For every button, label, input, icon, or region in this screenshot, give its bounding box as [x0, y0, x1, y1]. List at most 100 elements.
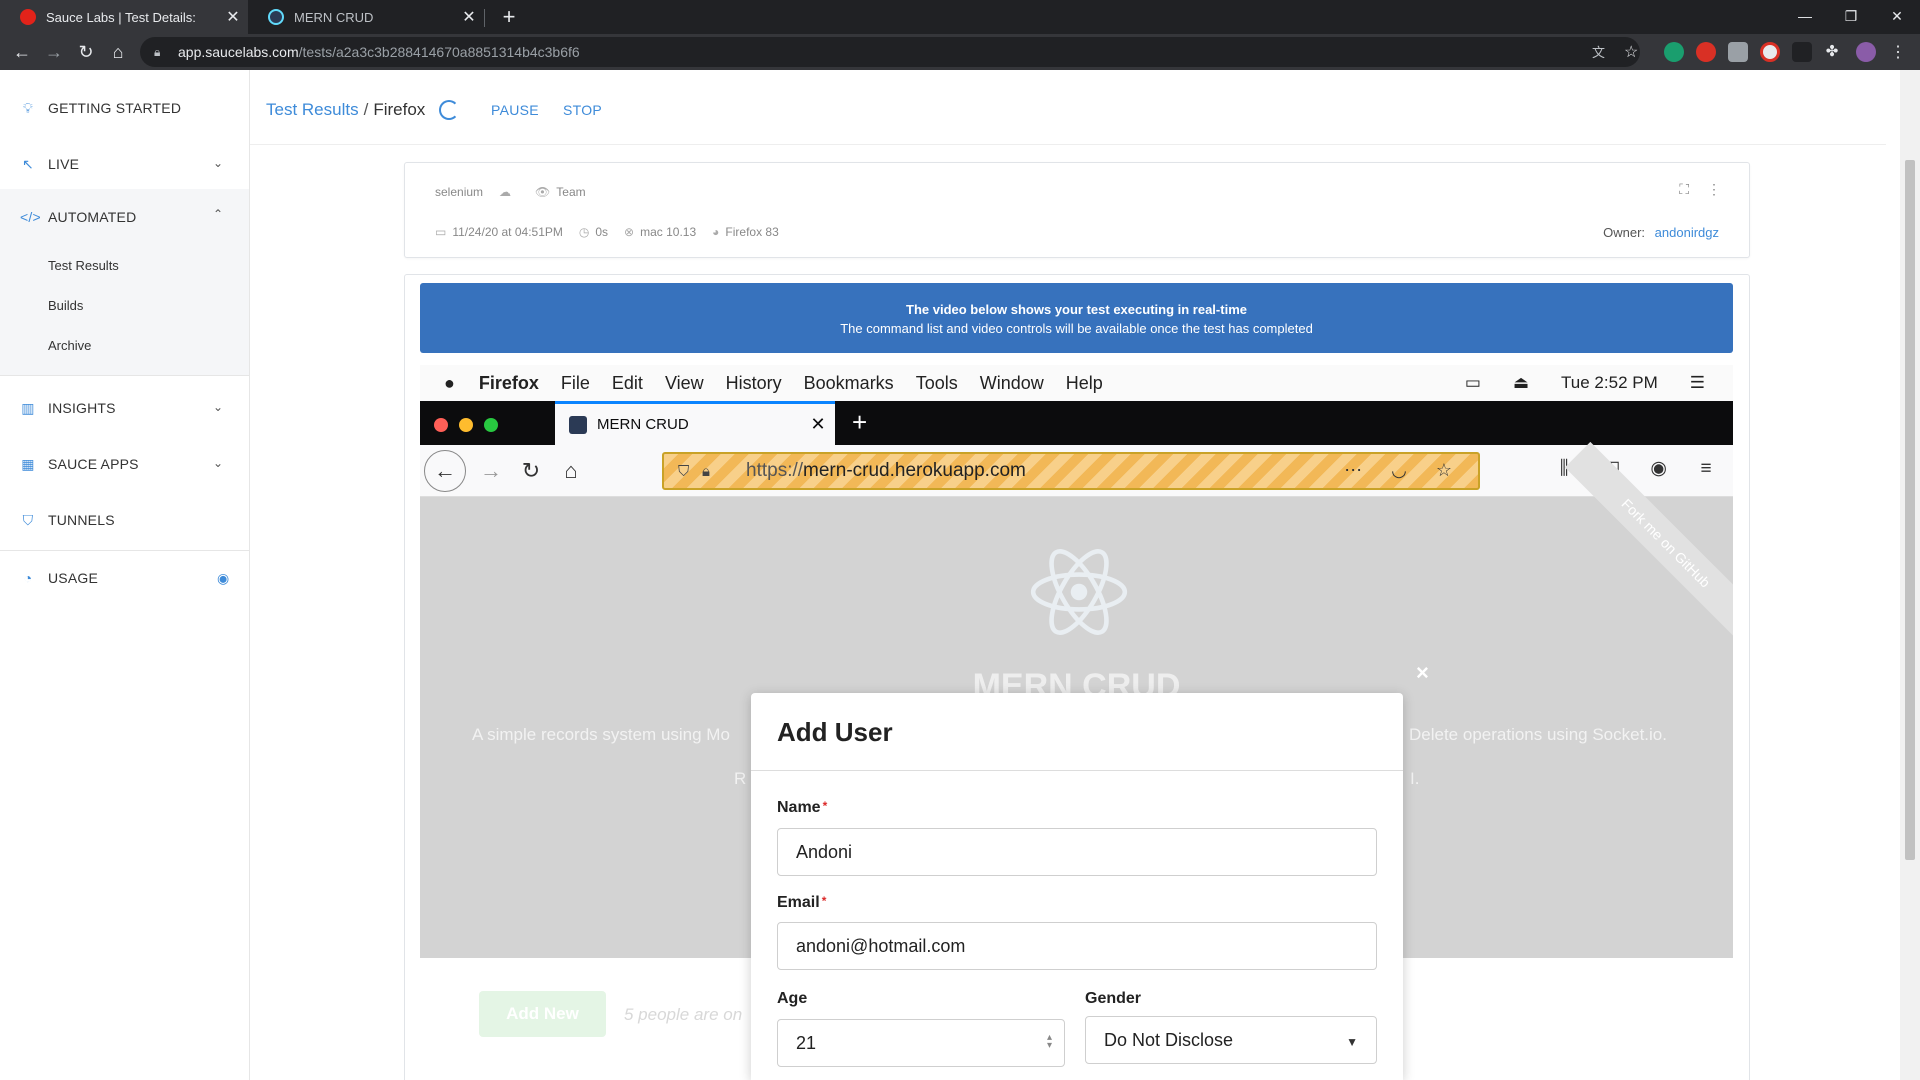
breadcrumb-test-results[interactable]: Test Results — [266, 100, 359, 120]
online-count-text: 5 people are on — [624, 1005, 743, 1024]
extension-dark-icon[interactable] — [1792, 42, 1812, 62]
sidebar-sub-builds[interactable]: Builds — [0, 285, 249, 325]
modal-title: Add User — [777, 717, 893, 747]
browser-tab-mern[interactable]: MERN CRUD ✕ — [248, 0, 484, 34]
profile-avatar[interactable] — [1856, 42, 1876, 62]
reload-icon[interactable]: ↻ — [74, 40, 98, 64]
sidebar-item-usage[interactable]: ◔ USAGE ◉ — [0, 550, 249, 606]
lock-robot-icon: 🔒︎ — [702, 462, 710, 480]
age-value: 21 — [796, 1032, 817, 1053]
new-tab-button[interactable]: + — [496, 4, 522, 30]
url-actions-icon: ⋯ ◡ ☆ — [1344, 460, 1464, 480]
sidebar-item-sauce-apps[interactable]: ▦ SAUCE APPS ⌄ — [0, 436, 249, 492]
gender-select: Do Not Disclose ▼ — [1085, 1016, 1377, 1064]
age-field: 21 ▴ ▾ — [777, 1019, 1065, 1067]
add-new-button: Add New — [479, 991, 606, 1037]
email-label-text: Email — [777, 894, 820, 911]
modal-close-icon: × — [1416, 660, 1429, 685]
banner-line-1: The video below shows your test executin… — [906, 302, 1247, 317]
mac-clock: Tue 2:52 PM — [1561, 373, 1658, 392]
extension-red-icon[interactable] — [1696, 42, 1716, 62]
mac-menu-item: Firefox — [478, 372, 539, 393]
plus-icon: + — [852, 407, 868, 437]
pause-button[interactable]: PAUSE — [491, 102, 539, 118]
mac-menu-item: File — [560, 372, 590, 393]
caret-down-icon: ▼ — [1346, 1035, 1358, 1049]
clock-icon: ◷ — [578, 225, 590, 239]
sidebar-item-live[interactable]: ↖ LIVE ⌄ — [0, 136, 249, 192]
close-tab-icon[interactable]: ✕ — [454, 7, 484, 27]
test-os: mac 10.13 — [640, 225, 697, 239]
cursor-icon: ↖ — [22, 156, 34, 172]
sidebar-item-getting-started[interactable]: 💡︎ GETTING STARTED — [0, 80, 249, 136]
url-path: /tests/a2a3c3b288414670a8851314b4c3b6f6 — [298, 44, 580, 60]
calendar-icon: ▭ — [435, 225, 447, 239]
mac-menu-item: View — [664, 372, 704, 393]
page-description-left: A simple records system using Mo — [472, 725, 730, 744]
account-icon: ◉ — [1650, 458, 1668, 479]
sidebar-sub-archive[interactable]: Archive — [0, 325, 249, 375]
address-bar[interactable]: 🔒︎ app.saucelabs.com /tests/a2a3c3b28841… — [140, 37, 1640, 67]
lightbulb-icon: 💡︎ — [23, 100, 33, 116]
back-arrow-icon: ← — [424, 450, 466, 492]
url-host: app.saucelabs.com — [178, 44, 299, 60]
more-vertical-icon[interactable]: ⋮ — [1707, 181, 1721, 197]
owner-info: Owner: andonirdgz — [1603, 225, 1719, 240]
stop-button[interactable]: STOP — [563, 102, 602, 118]
fullscreen-icon[interactable]: ⛶ — [1679, 181, 1689, 197]
email-label: Email * — [777, 894, 826, 912]
bar-chart-icon: ▥ — [21, 400, 35, 416]
gender-value: Do Not Disclose — [1104, 1029, 1234, 1050]
extension-record-icon[interactable] — [1760, 42, 1780, 62]
age-label: Age — [777, 990, 808, 1007]
apple-icon: ● — [444, 372, 455, 393]
sidebar-item-tunnels[interactable]: ⛉ TUNNELS — [0, 492, 249, 548]
shield-icon: ⛉ — [678, 462, 690, 480]
forward-arrow-icon[interactable]: → — [42, 40, 66, 64]
breadcrumb-separator: / — [363, 100, 369, 119]
extension-gray-icon[interactable] — [1728, 42, 1748, 62]
back-arrow-icon[interactable]: ← — [10, 40, 34, 64]
browser-tab-title: Sauce Labs | Test Details: — [46, 9, 196, 25]
browser-tab-strip: Sauce Labs | Test Details: ✕ MERN CRUD ✕… — [0, 0, 1920, 34]
required-mark: * — [822, 799, 828, 813]
sidebar-item-insights[interactable]: ▥ INSIGHTS ⌄ — [0, 380, 249, 436]
sidebar-item-label: INSIGHTS — [48, 400, 116, 416]
grid-icon: ▦ — [21, 456, 35, 472]
owner-label: Owner: — [1603, 225, 1646, 240]
mac-menu-item: Tools — [915, 372, 958, 393]
browser-tab-title: MERN CRUD — [294, 9, 374, 25]
owner-link[interactable]: andonirdgz — [1655, 225, 1719, 240]
scrollbar-thumb[interactable] — [1905, 160, 1915, 860]
name-label: Name * — [777, 799, 827, 817]
close-window-button[interactable]: ✕ — [1874, 0, 1920, 34]
translate-icon[interactable]: 文 — [1592, 42, 1612, 62]
puzzle-extensions-icon[interactable]: ✤ — [1822, 42, 1842, 62]
hamburger-menu-icon: ≡ — [1700, 458, 1712, 479]
firefox-toolbar: ← → ↻ ⌂ ⛉ 🔒︎ https:// mern-crud.herokuap… — [420, 445, 1733, 497]
add-user-modal: Add User Name * Andoni Email * andoni@hotm… — [751, 693, 1403, 1080]
browser-menu-icon[interactable]: ⋮ — [1888, 42, 1908, 62]
browser-tab-sauce[interactable]: Sauce Labs | Test Details: ✕ — [0, 0, 248, 34]
gender-label: Gender — [1085, 990, 1142, 1007]
forward-arrow-icon: → — [480, 458, 502, 483]
list-menu-icon: ☰ — [1689, 373, 1705, 392]
sidebar-item-label: USAGE — [48, 570, 99, 586]
minimize-button[interactable]: — — [1782, 0, 1828, 34]
test-meta-row: ▭ 11/24/20 at 04:51PM ◷ 0s ⊗ mac 10.13 ◕… — [435, 225, 795, 239]
close-tab-icon[interactable]: ✕ — [218, 7, 248, 27]
sidebar-item-label: AUTOMATED — [48, 209, 137, 225]
mac-status-area: ▭ ⏏ Tue 2:52 PM ☰ — [1465, 365, 1733, 401]
bookmark-star-icon[interactable]: ☆ — [1624, 42, 1644, 62]
mac-menu-item: Help — [1065, 372, 1103, 393]
sidebar-item-automated[interactable]: </> AUTOMATED ⌃ — [0, 189, 249, 245]
sidebar: 💡︎ GETTING STARTED ↖ LIVE ⌄ </> AUTOMATE… — [0, 70, 250, 1080]
chevron-down-icon: ⌄ — [213, 156, 224, 170]
home-icon[interactable]: ⌂ — [106, 40, 130, 64]
breadcrumb: Test Results / Firefox — [266, 100, 460, 120]
restore-button[interactable]: ❐ — [1828, 0, 1874, 34]
eye-icon[interactable]: ◉ — [217, 570, 231, 586]
extension-grammarly-icon[interactable] — [1664, 42, 1684, 62]
url-domain: mern-crud.herokuapp.com — [803, 460, 1026, 481]
sidebar-sub-test-results[interactable]: Test Results — [0, 245, 249, 285]
